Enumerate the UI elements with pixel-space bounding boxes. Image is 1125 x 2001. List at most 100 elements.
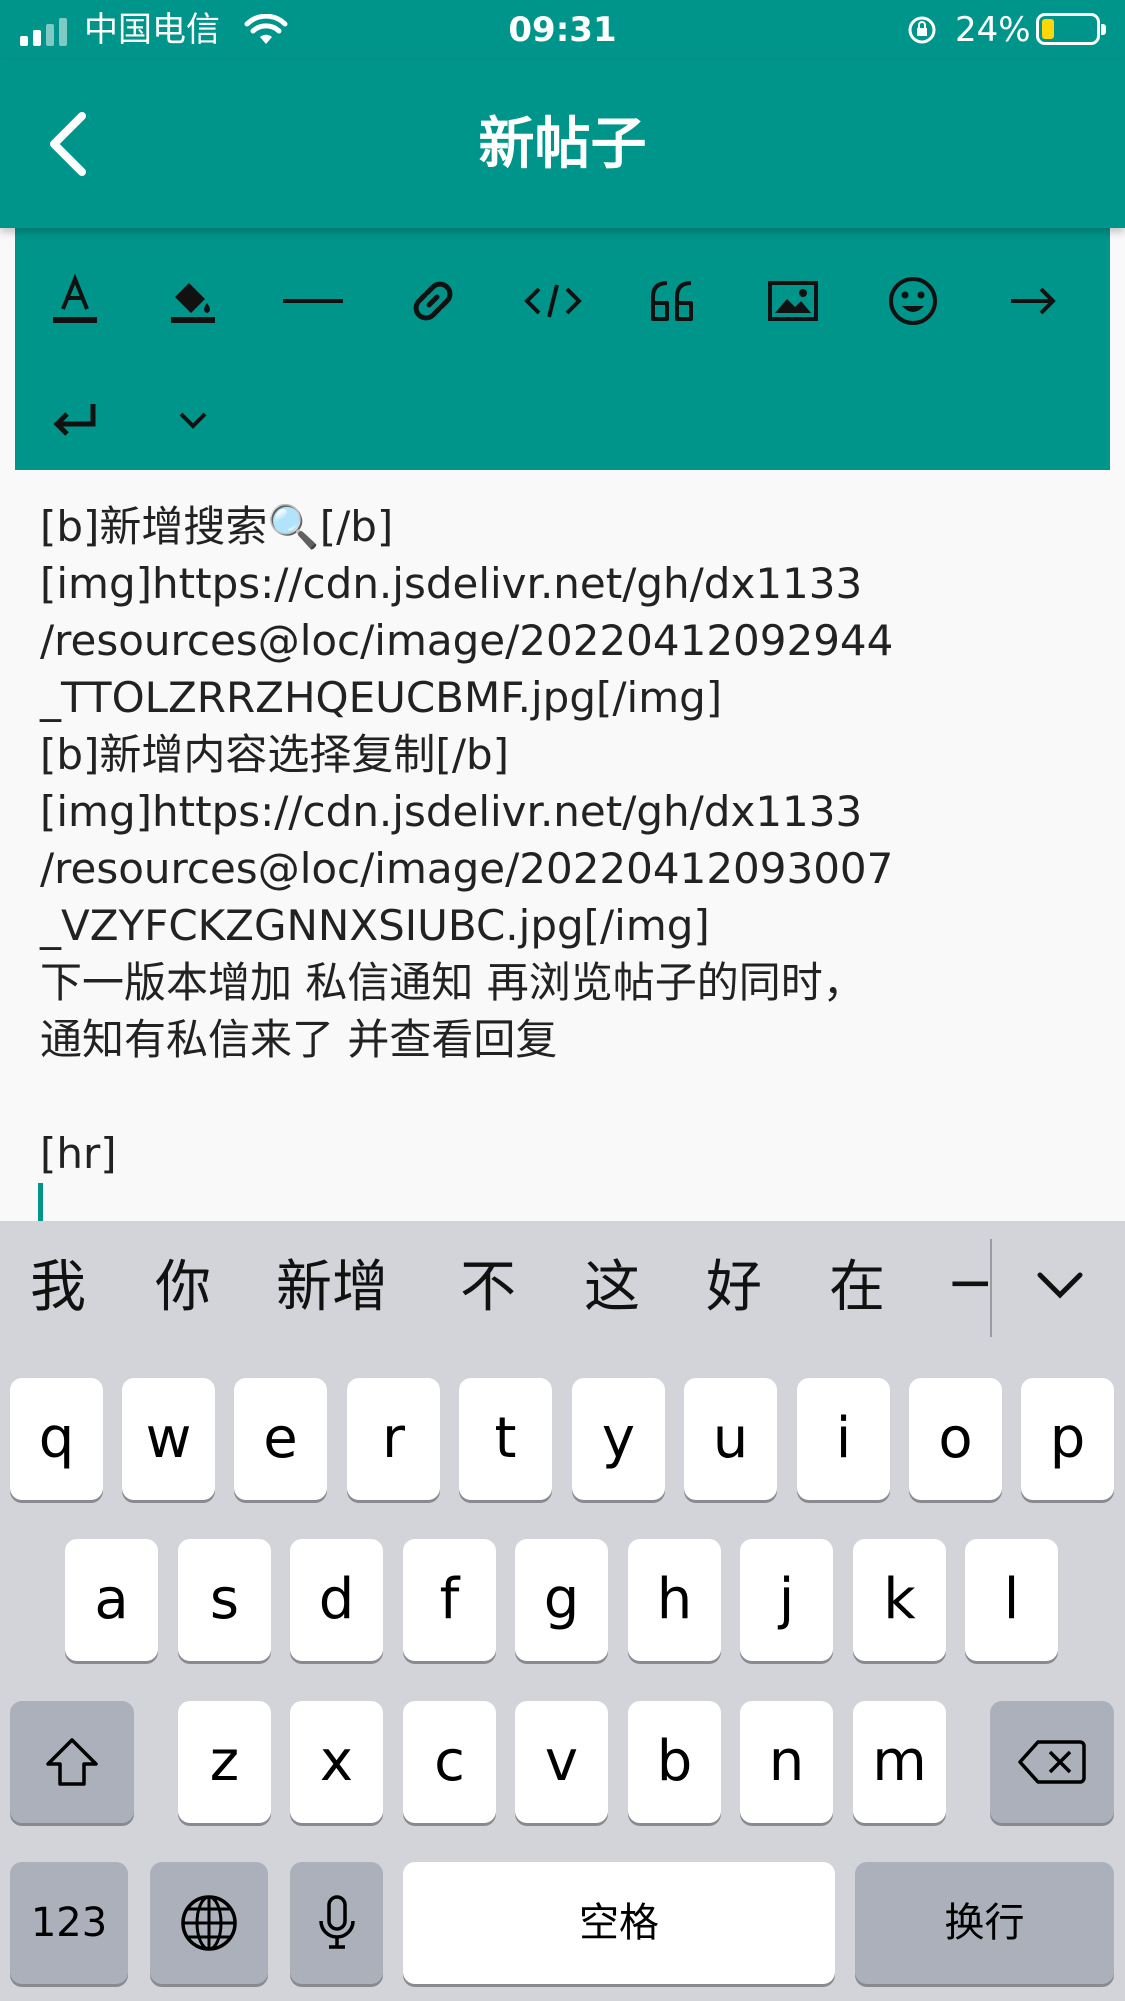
expand-candidates-button[interactable] xyxy=(1030,1257,1090,1317)
key-label: 123 xyxy=(30,1900,108,1946)
quote-icon xyxy=(651,281,693,321)
key-u[interactable]: u xyxy=(684,1378,777,1500)
key-o[interactable]: o xyxy=(909,1378,1002,1500)
key-j[interactable]: j xyxy=(740,1539,833,1661)
app-bar: 新帖子 xyxy=(0,60,1125,228)
highlight-color-button[interactable] xyxy=(153,261,233,341)
key-label: v xyxy=(544,1729,579,1794)
rotation-lock-icon xyxy=(906,14,938,50)
microphone-icon xyxy=(318,1895,355,1949)
shift-arrow-icon xyxy=(46,1738,98,1786)
key-label: j xyxy=(778,1567,795,1632)
chevron-down-icon xyxy=(1037,1272,1083,1299)
image-button[interactable] xyxy=(753,261,833,341)
dictation-key[interactable] xyxy=(290,1862,383,1984)
key-b[interactable]: b xyxy=(628,1701,721,1823)
key-h[interactable]: h xyxy=(628,1539,721,1661)
indent-icon xyxy=(1011,287,1056,315)
text-cursor xyxy=(38,1183,43,1223)
key-label: y xyxy=(601,1406,636,1471)
candidate-word[interactable]: 这 xyxy=(584,1257,640,1319)
candidate-word[interactable]: 好 xyxy=(706,1257,762,1319)
key-label: s xyxy=(209,1567,240,1632)
key-label: n xyxy=(768,1729,805,1794)
candidate-word[interactable]: 新增 xyxy=(276,1257,388,1319)
code-button[interactable] xyxy=(513,261,593,341)
candidate-word[interactable]: 一 xyxy=(950,1257,988,1319)
key-m[interactable]: m xyxy=(853,1701,946,1823)
language-switch-key[interactable] xyxy=(150,1862,268,1984)
candidate-divider xyxy=(990,1239,992,1337)
numbers-key[interactable]: 123 xyxy=(10,1862,128,1984)
battery-icon xyxy=(1036,13,1106,45)
key-label: r xyxy=(381,1406,406,1471)
indent-button[interactable] xyxy=(993,261,1073,341)
key-n[interactable]: n xyxy=(740,1701,833,1823)
more-chevron-icon xyxy=(179,412,207,429)
space-key[interactable]: 空格 xyxy=(403,1862,835,1984)
key-k[interactable]: k xyxy=(853,1539,946,1661)
post-editor[interactable]: [b]新增搜索🔍[/b] [img]https://cdn.jsdelivr.n… xyxy=(40,498,1100,1182)
key-label: t xyxy=(494,1406,517,1471)
key-y[interactable]: y xyxy=(572,1378,665,1500)
candidate-word[interactable]: 不 xyxy=(460,1257,516,1319)
key-p[interactable]: p xyxy=(1021,1378,1114,1500)
keyboard: 我 你 新增 不 这 好 在 一 q w e r t y u i o p a s… xyxy=(0,1221,1125,2001)
battery-percent: 24% xyxy=(955,10,1031,50)
key-label: a xyxy=(94,1567,129,1632)
key-label: d xyxy=(318,1567,355,1632)
page-title: 新帖子 xyxy=(478,112,647,177)
key-z[interactable]: z xyxy=(178,1701,271,1823)
key-i[interactable]: i xyxy=(797,1378,890,1500)
key-x[interactable]: x xyxy=(290,1701,383,1823)
key-label: g xyxy=(543,1567,580,1632)
horizontal-rule-icon xyxy=(283,299,343,303)
candidate-word[interactable]: 你 xyxy=(155,1257,211,1319)
link-icon xyxy=(413,281,453,321)
image-icon xyxy=(768,281,818,321)
text-color-button[interactable] xyxy=(35,261,115,341)
candidate-word[interactable]: 在 xyxy=(829,1257,885,1319)
key-c[interactable]: c xyxy=(403,1701,496,1823)
key-label: 空格 xyxy=(579,1900,659,1946)
backspace-key[interactable] xyxy=(990,1701,1114,1823)
status-bar: 中国电信 09:31 24% xyxy=(0,0,1125,60)
horizontal-rule-button[interactable] xyxy=(273,261,353,341)
emoji-icon xyxy=(889,277,937,325)
key-f[interactable]: f xyxy=(403,1539,496,1661)
emoji-button[interactable] xyxy=(873,261,953,341)
quote-button[interactable] xyxy=(633,261,713,341)
key-label: k xyxy=(883,1567,916,1632)
code-icon xyxy=(524,284,582,318)
key-label: f xyxy=(439,1567,460,1632)
globe-icon xyxy=(181,1895,237,1951)
key-label: o xyxy=(938,1406,973,1471)
line-break-icon xyxy=(53,404,96,436)
link-button[interactable] xyxy=(393,261,473,341)
key-l[interactable]: l xyxy=(965,1539,1058,1661)
more-button[interactable] xyxy=(153,380,233,460)
return-key[interactable]: 换行 xyxy=(855,1862,1114,1984)
text-color-icon xyxy=(53,273,97,323)
key-label: z xyxy=(209,1729,240,1794)
key-d[interactable]: d xyxy=(290,1539,383,1661)
key-label: 换行 xyxy=(944,1900,1025,1946)
key-label: i xyxy=(835,1406,852,1471)
key-s[interactable]: s xyxy=(178,1539,271,1661)
shift-key[interactable] xyxy=(10,1701,134,1823)
key-q[interactable]: q xyxy=(10,1378,103,1500)
line-break-button[interactable] xyxy=(35,380,115,460)
key-v[interactable]: v xyxy=(515,1701,608,1823)
key-a[interactable]: a xyxy=(65,1539,158,1661)
key-t[interactable]: t xyxy=(459,1378,552,1500)
key-g[interactable]: g xyxy=(515,1539,608,1661)
key-w[interactable]: w xyxy=(122,1378,215,1500)
format-toolbar xyxy=(15,228,1110,470)
key-label: x xyxy=(319,1729,354,1794)
key-e[interactable]: e xyxy=(234,1378,327,1500)
backspace-icon xyxy=(1018,1740,1086,1784)
key-label: w xyxy=(145,1406,192,1471)
candidate-word[interactable]: 我 xyxy=(30,1257,86,1319)
key-label: l xyxy=(1003,1567,1020,1632)
key-r[interactable]: r xyxy=(347,1378,440,1500)
